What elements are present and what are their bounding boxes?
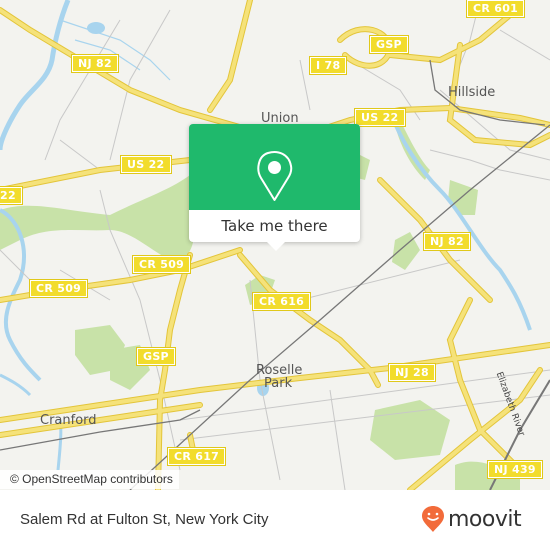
stop-title: Salem Rd at Fulton St, New York City xyxy=(20,511,269,528)
road-shield-cr509: CR 509 xyxy=(28,279,89,298)
road-shield-us22: 22 xyxy=(0,186,23,205)
popup-header xyxy=(189,124,360,210)
road-shield-cr617: CR 617 xyxy=(166,447,227,466)
road-shield-gsp: GSP xyxy=(369,35,409,54)
road-shield-i78: I 78 xyxy=(308,56,348,75)
moovit-pin-icon xyxy=(422,506,444,532)
road-shield-nj439: NJ 439 xyxy=(487,460,543,479)
road-shield-nj82: NJ 82 xyxy=(71,54,119,73)
road-shield-nj82: NJ 82 xyxy=(423,232,471,251)
popup-pointer xyxy=(267,242,285,251)
road-shield-cr616: CR 616 xyxy=(251,292,312,311)
place-label-cranford: Cranford xyxy=(40,413,97,428)
moovit-wordmark: moovit xyxy=(448,506,522,532)
map-attribution[interactable]: © OpenStreetMap contributors xyxy=(0,470,179,489)
place-label-park: Park xyxy=(264,376,293,391)
pond xyxy=(87,22,105,34)
road-shield-gsp: GSP xyxy=(136,347,176,366)
road-shield-us22: US 22 xyxy=(120,155,172,174)
road-shield-us22: US 22 xyxy=(354,108,406,127)
road-shield-nj28: NJ 28 xyxy=(388,363,436,382)
take-me-there-popup[interactable]: Take me there xyxy=(189,124,360,251)
location-pin-icon xyxy=(257,151,293,201)
road-shield-cr509: CR 509 xyxy=(131,255,192,274)
moovit-logo[interactable]: moovit xyxy=(421,505,522,533)
road-shield-cr601: CR 601 xyxy=(465,0,526,18)
place-label-hillside: Hillside xyxy=(448,85,496,100)
take-me-there-button[interactable]: Take me there xyxy=(189,210,360,242)
